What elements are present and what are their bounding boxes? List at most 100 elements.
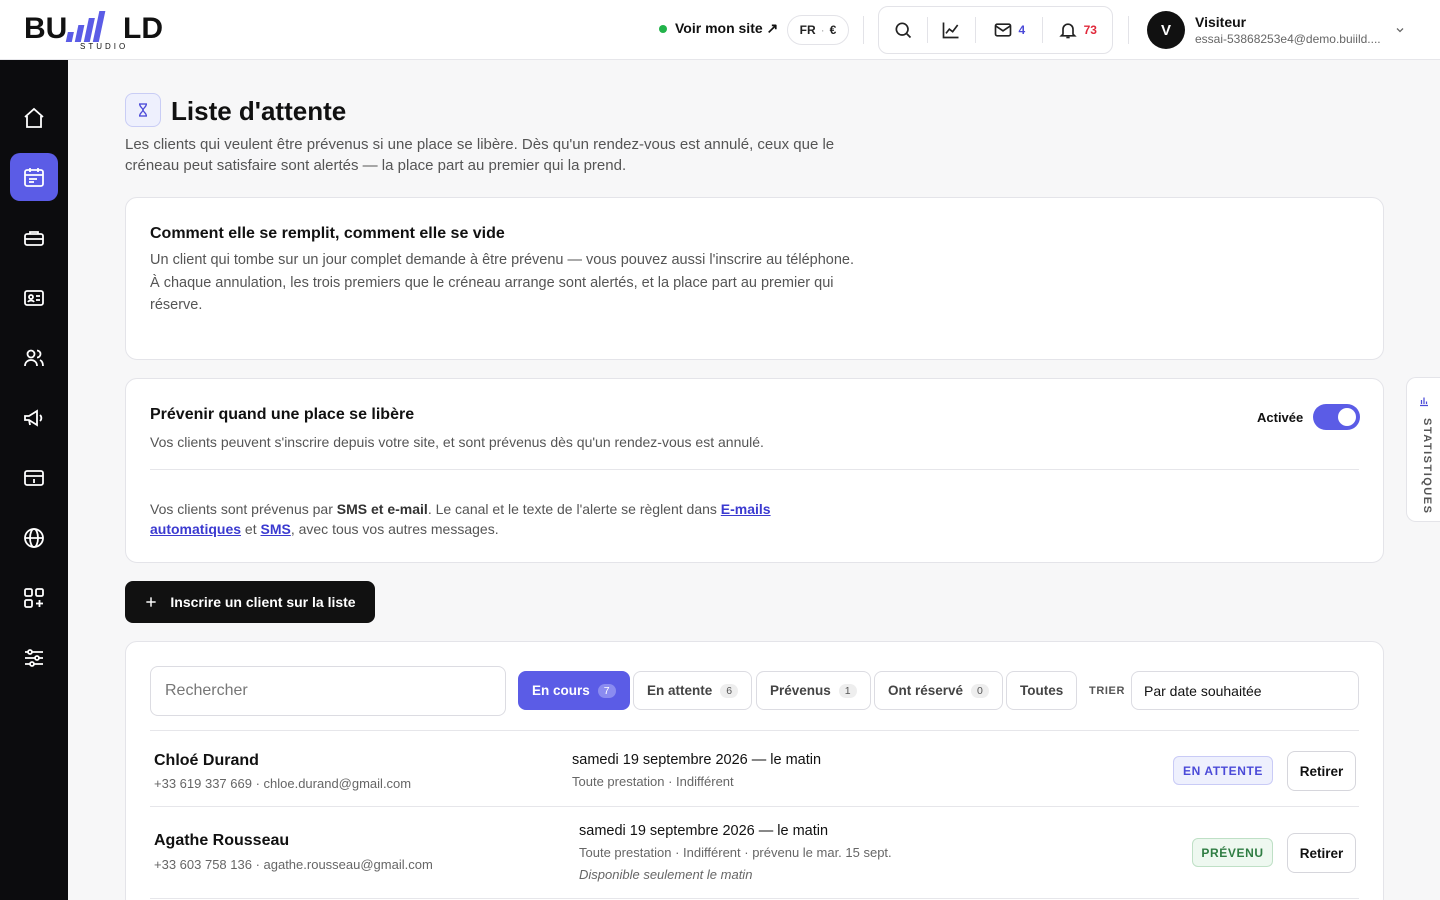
how-it-works-title: Comment elle se remplit, comment elle se… — [150, 225, 505, 242]
currency-symbol: € — [829, 23, 837, 37]
home-icon — [24, 107, 44, 128]
bar-chart-icon — [1420, 397, 1428, 407]
view-site-link[interactable]: Voir mon site ↗ — [659, 20, 778, 37]
search-icon — [895, 22, 911, 39]
bell-icon — [1058, 23, 1077, 39]
sidebar-item-marketing[interactable] — [10, 394, 58, 442]
notify-channels-note: Vos clients sont prévenus par SMS et e-m… — [150, 501, 771, 537]
notify-settings-text: Vos clients peuvent s'inscrire depuis vo… — [150, 434, 764, 450]
calendar-icon — [24, 168, 44, 187]
mail-count-badge: 4 — [1018, 23, 1026, 37]
notify-settings-card: Prévenir quand une place se libère Vos c… — [125, 378, 1384, 563]
client-name: Agathe Rousseau — [154, 832, 290, 849]
sliders-icon — [25, 649, 43, 667]
table-row: Chloé Durand +33 619 337 669 · chloe.dur… — [150, 730, 1359, 807]
divider — [150, 469, 1359, 470]
waitlist-card: Rechercher En cours 7 En attente 6 Prévenu… — [125, 641, 1384, 900]
page-description: Les clients qui veulent être prévenus si… — [125, 136, 835, 174]
sidebar-item-home[interactable] — [10, 94, 58, 142]
client-contact: +33 603 758 136 · agathe.rousseau@gmail.… — [154, 857, 433, 872]
sidebar-item-apps[interactable] — [10, 574, 58, 622]
desired-date: samedi 19 septembre 2026 — le matin — [579, 823, 829, 839]
page-title: Liste d'attente — [171, 96, 347, 126]
add-client-button[interactable]: Inscrire un client sur la liste — [125, 581, 375, 623]
quick-actions: 4 73 — [878, 6, 1113, 54]
plus-icon — [146, 597, 157, 607]
megaphone-icon — [24, 409, 43, 427]
client-note: Disponible seulement le matin — [579, 867, 753, 882]
search-input[interactable]: Rechercher — [150, 666, 506, 716]
brand-subtitle: STUDIO — [80, 42, 129, 51]
how-it-works-card: Comment elle se remplit, comment elle se… — [125, 197, 1384, 360]
table-row: Agathe Rousseau +33 603 758 136 · agathe… — [150, 806, 1359, 899]
remove-button[interactable]: Retirer — [1287, 833, 1356, 873]
request-detail: Toute prestation · Indifférent · prévenu… — [579, 845, 892, 860]
globe-icon — [24, 528, 44, 548]
top-bar: BU LD STUDIO Voir mon site ↗ FR · € 4 73… — [0, 0, 1440, 60]
language-currency-selector[interactable]: FR · € — [787, 15, 849, 45]
avatar: V — [1147, 11, 1185, 49]
sort-select[interactable]: Par date souhaitée — [1131, 671, 1359, 710]
messages-button[interactable]: 4 — [976, 7, 1041, 53]
status-badge: EN ATTENTE — [1173, 756, 1273, 785]
filter-notified[interactable]: Prévenus 1 — [756, 671, 871, 710]
channels-text: SMS et e-mail — [336, 501, 428, 517]
notify-toggle[interactable] — [1313, 404, 1360, 430]
toggle-label: Activée — [1257, 410, 1304, 425]
user-name: Visiteur — [1195, 14, 1247, 30]
sidebar-item-staff[interactable] — [10, 274, 58, 322]
notify-settings-title: Prévenir quand une place se libère — [150, 406, 415, 423]
user-email: essai-53868253e4@demo.buiild.... — [1195, 32, 1381, 46]
filter-booked[interactable]: Ont réservé 0 — [874, 671, 1003, 710]
count-badge: 6 — [720, 683, 739, 698]
count-badge: 1 — [838, 683, 857, 698]
sidebar-item-website[interactable] — [10, 514, 58, 562]
statistics-tab[interactable]: STATISTIQUES — [1406, 377, 1440, 522]
sidebar-item-clients[interactable] — [10, 334, 58, 382]
card-icon — [24, 470, 44, 486]
notifications-button[interactable]: 73 — [1043, 7, 1112, 53]
desired-date: samedi 19 septembre 2026 — le matin — [572, 752, 822, 768]
toggle-knob — [1338, 408, 1356, 426]
language-code: FR — [799, 23, 816, 37]
brand-logo[interactable]: BU LD STUDIO — [24, 8, 184, 52]
request-detail: Toute prestation · Indifférent — [572, 774, 734, 789]
svg-text:LD: LD — [123, 12, 163, 45]
id-card-icon — [24, 290, 44, 306]
sms-link[interactable]: SMS — [260, 521, 290, 537]
mail-icon — [994, 23, 1011, 37]
remove-button[interactable]: Retirer — [1287, 751, 1356, 791]
sidebar-item-services[interactable] — [10, 214, 58, 262]
statistics-label: STATISTIQUES — [1421, 418, 1433, 515]
divider — [1128, 16, 1129, 44]
how-it-works-text: Un client qui tombe sur un jour complet … — [150, 252, 854, 313]
chart-line-icon — [943, 22, 959, 39]
divider — [863, 16, 864, 44]
hourglass-icon — [125, 93, 161, 127]
sidebar — [0, 60, 68, 900]
sidebar-item-agenda[interactable] — [10, 153, 58, 201]
filter-all[interactable]: Toutes — [1006, 671, 1078, 710]
status-badge: PRÉVENU — [1192, 838, 1273, 867]
notification-count-badge: 73 — [1083, 23, 1097, 37]
sort-label: TRIER — [1089, 685, 1125, 697]
separator-dot: · — [820, 23, 825, 37]
user-menu[interactable]: V Visiteur essai-53868253e4@demo.buiild.… — [1147, 11, 1381, 49]
analytics-button[interactable] — [928, 7, 976, 53]
client-name: Chloé Durand — [154, 752, 259, 769]
online-status-dot — [659, 24, 667, 33]
count-badge: 7 — [597, 683, 616, 698]
filter-waiting[interactable]: En attente 6 — [633, 671, 753, 710]
count-badge: 0 — [971, 683, 989, 698]
briefcase-icon — [24, 231, 44, 246]
sidebar-item-payments[interactable] — [10, 454, 58, 502]
add-client-label: Inscrire un client sur la liste — [170, 594, 356, 610]
view-site-label: Voir mon site ↗ — [675, 20, 779, 36]
search-button[interactable] — [879, 7, 927, 53]
chevron-down-icon[interactable] — [1394, 24, 1406, 36]
sidebar-item-settings[interactable] — [10, 634, 58, 682]
svg-text:BU: BU — [24, 12, 67, 45]
users-icon — [24, 349, 44, 367]
client-contact: +33 619 337 669 · chloe.durand@gmail.com — [154, 776, 412, 791]
filter-in-progress[interactable]: En cours 7 — [518, 671, 630, 710]
